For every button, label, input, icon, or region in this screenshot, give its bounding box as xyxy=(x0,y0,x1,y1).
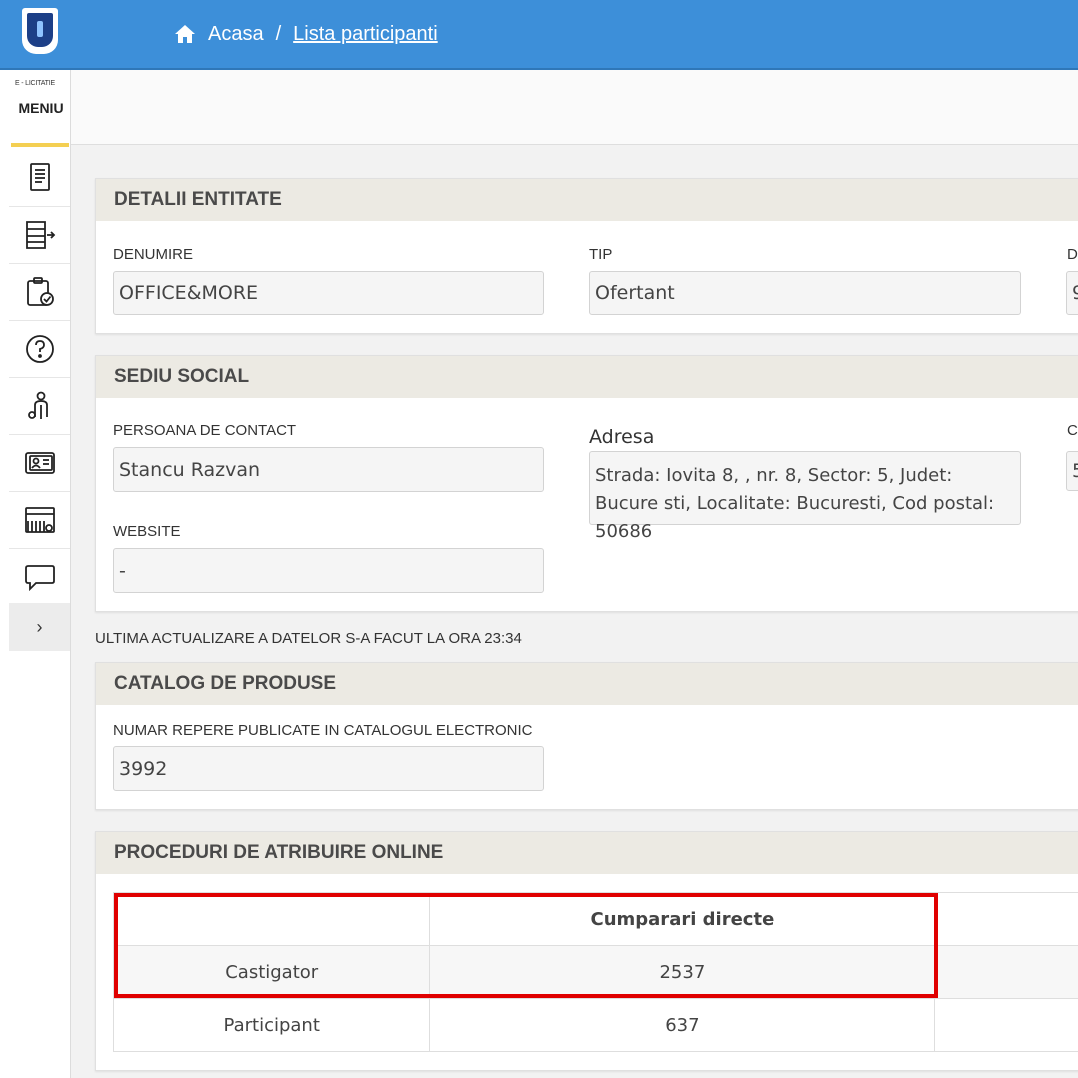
sidebar-menu-label[interactable]: MENIU xyxy=(0,100,82,116)
sidebar-item-id-card[interactable] xyxy=(9,435,70,492)
row-label-participant: Participant xyxy=(112,998,431,1052)
row-extra-participant xyxy=(934,998,1078,1052)
procedures-table: Cumparari directe Castigator 2537 Partic… xyxy=(112,892,1078,1052)
third-field-label: D xyxy=(1067,246,1078,263)
panel-title: DETALII ENTITATE xyxy=(96,179,1078,221)
address-field[interactable]: Strada: Iovita 8, , nr. 8, Sector: 5, Ju… xyxy=(589,451,1021,542)
catalog-icon xyxy=(24,507,55,533)
row-value-winner: 2537 xyxy=(429,945,936,999)
panel-title: SEDIU SOCIAL xyxy=(96,356,1078,398)
breadcrumb-current-link[interactable]: Lista participanti xyxy=(293,23,438,46)
type-field[interactable]: Ofertant xyxy=(589,271,1021,315)
third-field[interactable]: 9 xyxy=(1066,271,1078,315)
office-panel: SEDIU SOCIAL PERSOANA DE CONTACT Stancu … xyxy=(95,355,1078,612)
app-logo[interactable] xyxy=(22,8,58,54)
contact-field[interactable]: Stancu Razvan xyxy=(113,447,544,492)
list-export-icon xyxy=(25,221,55,249)
last-update-note: ULTIMA ACTUALIZARE A DATELOR S-A FACUT L… xyxy=(95,630,522,647)
clipboard-check-icon xyxy=(26,277,54,306)
subheader-strip xyxy=(71,70,1078,145)
name-field[interactable]: OFFICE&MORE xyxy=(113,271,544,315)
breadcrumb-home-link[interactable]: Acasa xyxy=(208,23,264,46)
top-bar: Acasa / Lista participanti xyxy=(0,0,1078,70)
chat-icon xyxy=(24,565,55,592)
sidebar-accent-bar xyxy=(11,143,69,147)
row-extra-winner xyxy=(934,945,1078,999)
third-field[interactable]: 5 xyxy=(1066,451,1078,491)
name-label: DENUMIRE xyxy=(113,246,194,263)
table-header-extra xyxy=(934,892,1078,946)
id-card-icon xyxy=(24,452,55,474)
table-header-direct-purchases: Cumparari directe xyxy=(429,892,936,946)
entity-details-panel: DETALII ENTITATE DENUMIRE OFFICE&MORE TI… xyxy=(95,178,1078,334)
panel-title: PROCEDURI DE ATRIBUIRE ONLINE xyxy=(96,832,1078,874)
breadcrumb: Acasa / Lista participanti xyxy=(174,20,438,48)
row-label-winner: Castigator xyxy=(112,945,431,999)
catalog-count-label: NUMAR REPERE PUBLICATE IN CATALOGUL ELEC… xyxy=(113,722,533,739)
address-label: Adresa xyxy=(589,426,655,448)
sidebar-item-help[interactable] xyxy=(9,321,70,378)
sidebar-brand: E - LICITATIE xyxy=(15,80,55,87)
row-value-participant: 637 xyxy=(429,998,936,1052)
person-icon xyxy=(27,391,48,419)
sidebar: E - LICITATIE MENIU › xyxy=(0,70,71,1078)
breadcrumb-separator: / xyxy=(275,22,282,45)
sidebar-item-catalog[interactable] xyxy=(9,492,70,549)
sidebar-item-list-export[interactable] xyxy=(9,207,70,264)
panel-title: CATALOG DE PRODUSE xyxy=(96,663,1078,705)
table-header-empty xyxy=(112,892,431,946)
home-icon[interactable] xyxy=(174,24,196,44)
contact-label: PERSOANA DE CONTACT xyxy=(113,422,297,439)
document-icon xyxy=(29,163,50,191)
sidebar-item-chat[interactable] xyxy=(9,549,70,606)
sidebar-item-person[interactable] xyxy=(9,378,70,435)
catalog-panel: CATALOG DE PRODUSE NUMAR REPERE PUBLICAT… xyxy=(95,662,1078,810)
sidebar-expand-button[interactable]: › xyxy=(9,603,70,651)
procedures-panel: PROCEDURI DE ATRIBUIRE ONLINE Cumparari … xyxy=(95,831,1078,1071)
sidebar-item-documents[interactable] xyxy=(9,150,70,207)
catalog-count-field[interactable]: 3992 xyxy=(113,746,544,791)
type-label: TIP xyxy=(589,246,613,263)
help-icon xyxy=(25,335,54,363)
sidebar-item-clipboard[interactable] xyxy=(9,264,70,321)
third-field-label: C xyxy=(1067,422,1078,439)
website-label: WEBSITE xyxy=(113,523,181,540)
website-field[interactable]: - xyxy=(113,548,544,593)
